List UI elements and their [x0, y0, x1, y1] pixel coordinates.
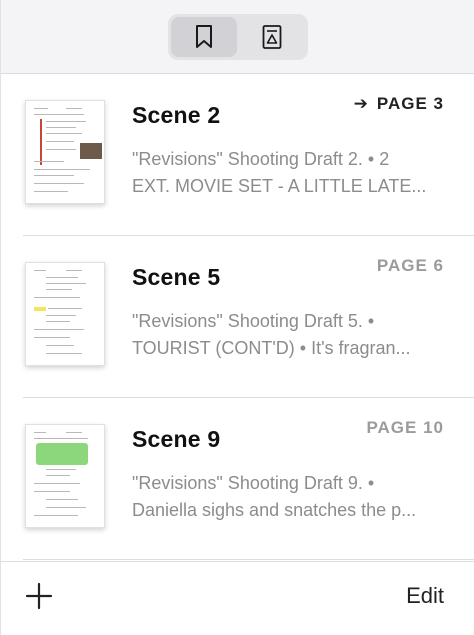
bookmark-title: Scene 2	[132, 102, 221, 128]
page-thumbnail	[25, 424, 105, 528]
page-label: ➔ PAGE 3	[354, 94, 444, 114]
arrow-right-icon: ➔	[353, 94, 369, 113]
bookmarks-panel: Scene 2 ➔ PAGE 3 "Revisions" Shooting Dra…	[0, 0, 474, 635]
panel-bottom-bar: Edit	[1, 561, 474, 635]
add-bookmark-button[interactable]	[25, 582, 53, 610]
bookmark-title: Scene 9	[132, 426, 221, 452]
edit-button[interactable]: Edit	[406, 583, 444, 609]
bookmark-list: Scene 2 ➔ PAGE 3 "Revisions" Shooting Dra…	[1, 74, 474, 560]
panel-toolbar	[1, 0, 474, 74]
bookmark-icon	[195, 24, 212, 48]
description-line-1: "Revisions" Shooting Draft 2. • 2	[132, 149, 390, 169]
page-thumbnail	[25, 100, 105, 204]
bookmark-title: Scene 5	[132, 264, 221, 290]
bookmark-row[interactable]: Scene 9 PAGE 10 "Revisions" Shooting Dra…	[1, 398, 474, 560]
page-label: PAGE 10	[366, 418, 444, 437]
description-line-2: Daniella sighs and snatches the p...	[132, 500, 417, 520]
bookmark-description: "Revisions" Shooting Draft 9. • Daniella…	[132, 470, 452, 524]
view-segmented-control	[167, 13, 308, 60]
bookmark-description: "Revisions" Shooting Draft 5. • TOURIST …	[132, 308, 452, 362]
page-label: PAGE 6	[376, 256, 444, 275]
bookmark-row[interactable]: Scene 2 ➔ PAGE 3 "Revisions" Shooting Dra…	[1, 74, 474, 236]
document-outline-icon	[262, 24, 281, 49]
bookmark-description: "Revisions" Shooting Draft 2. • 2 EXT. M…	[132, 146, 452, 200]
page-number: PAGE 3	[376, 94, 444, 113]
outline-tab[interactable]	[239, 17, 305, 57]
description-line-1: "Revisions" Shooting Draft 9. •	[132, 473, 375, 493]
page-thumbnail	[25, 262, 105, 366]
description-line-1: "Revisions" Shooting Draft 5. •	[132, 311, 375, 331]
description-line-2: EXT. MOVIE SET - A LITTLE LATE...	[132, 176, 427, 196]
description-line-2: TOURIST (CONT'D) • It's fragran...	[132, 338, 411, 358]
bookmark-row[interactable]: Scene 5 PAGE 6 "Revisions" Shooting Draf…	[1, 236, 474, 398]
row-divider	[23, 559, 474, 560]
bookmarks-tab[interactable]	[170, 16, 237, 57]
